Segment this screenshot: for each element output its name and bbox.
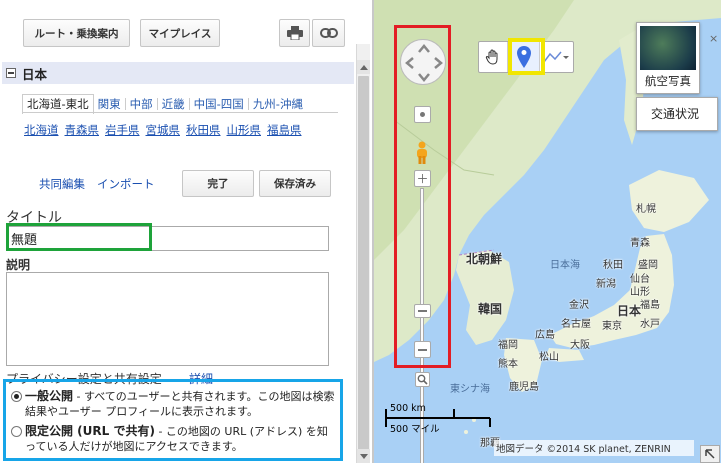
arrow-up-left-icon <box>705 449 715 459</box>
zoom-slider-handle[interactable] <box>414 304 431 318</box>
zoom-slider[interactable] <box>417 138 427 463</box>
collapse-icon[interactable] <box>6 68 16 78</box>
scroll-thumb[interactable] <box>358 76 369 461</box>
prefecture-link-iwate[interactable]: 岩手県 <box>105 122 140 138</box>
region-tab-chugoku-shikoku[interactable]: 中国-四国 <box>190 96 248 112</box>
route-transit-button[interactable]: ルート・乗換案内 <box>23 19 130 47</box>
hand-tool-button[interactable] <box>479 42 509 72</box>
zoom-out-button[interactable] <box>414 341 431 358</box>
region-title: 日本 <box>22 66 48 82</box>
title-input[interactable] <box>6 226 329 251</box>
public-option-title: 一般公開 <box>25 389 74 403</box>
satellite-label: 航空写真 <box>645 74 691 88</box>
privacy-option-unlisted[interactable]: 限定公開 (URL で共有) - この地図の URL (アドレス) を知っている… <box>11 424 336 454</box>
public-radio[interactable] <box>11 391 22 402</box>
description-textarea[interactable] <box>6 272 329 366</box>
scale-km: 500 km <box>390 403 426 414</box>
privacy-heading: プライバシー設定と共有設定 <box>6 372 162 386</box>
map-label-hiroshima: 広島 <box>535 330 555 341</box>
map-label-niigata: 新潟 <box>596 279 616 290</box>
import-link[interactable]: インポート <box>97 176 155 192</box>
map-label-osaka: 大阪 <box>570 340 590 351</box>
panel-divider[interactable] <box>372 0 374 463</box>
pan-arrows-icon <box>405 44 443 82</box>
map-label-fukuoka: 福岡 <box>498 340 518 351</box>
traffic-label: 交通状況 <box>651 107 700 121</box>
region-header[interactable]: 日本 <box>2 62 354 84</box>
privacy-details-link[interactable]: 詳細 <box>189 370 213 387</box>
print-icon <box>286 26 303 40</box>
map-label-matsuyama: 松山 <box>539 352 559 363</box>
done-button[interactable]: 完了 <box>182 170 254 197</box>
unlisted-radio[interactable] <box>11 426 22 437</box>
region-tab-chubu[interactable]: 中部 <box>126 96 157 112</box>
scale-mile: 500 マイル <box>390 424 440 435</box>
prefecture-links: 北海道 青森県 岩手県 宮城県 秋田県 山形県 福島県 <box>24 122 308 138</box>
prefecture-link-hokkaido[interactable]: 北海道 <box>24 122 59 138</box>
privacy-option-public[interactable]: 一般公開 - すべてのユーザーと共有されます。この地図は検索結果やユーザー プロ… <box>11 389 336 419</box>
map-label-kagoshima: 鹿児島 <box>509 382 539 393</box>
saved-button[interactable]: 保存済み <box>259 170 331 197</box>
map-label-akita: 秋田 <box>603 260 623 271</box>
link-icon <box>319 28 338 38</box>
scroll-up-arrow[interactable] <box>357 60 370 74</box>
map-label-east-china-sea: 東シナ海 <box>450 384 490 395</box>
prefecture-link-miyagi[interactable]: 宮城県 <box>146 122 181 138</box>
map-label-morioka: 盛岡 <box>638 260 658 271</box>
prefecture-link-fukushima[interactable]: 福島県 <box>267 122 302 138</box>
map-copyright: 地図データ ©2014 SK planet, ZENRIN <box>494 440 694 456</box>
prefecture-link-akita[interactable]: 秋田県 <box>186 122 221 138</box>
unlisted-option-title: 限定公開 (URL で共有) <box>25 424 155 438</box>
region-tab-hokkaido-tohoku[interactable]: 北海道-東北 <box>22 94 94 114</box>
minus-icon <box>418 310 427 312</box>
hand-icon <box>486 49 498 65</box>
map-label-kumamoto: 熊本 <box>498 359 518 370</box>
collaborate-link[interactable]: 共同編集 <box>39 176 85 192</box>
dot-icon <box>420 112 425 117</box>
expand-corner-button[interactable] <box>700 445 720 463</box>
map-scale: 500 km 500 マイル <box>384 403 494 438</box>
map-label-nagoya: 名古屋 <box>561 319 591 330</box>
magnifier-icon <box>417 374 428 385</box>
divider <box>22 112 338 113</box>
minus-icon <box>418 348 427 351</box>
traffic-layer-button[interactable]: 交通状況 <box>636 97 718 131</box>
satellite-view-button[interactable]: 航空写真 <box>636 22 700 94</box>
map-label-tokyo: 東京 <box>602 321 622 332</box>
region-tab-kyushu-okinawa[interactable]: 九州-沖縄 <box>249 96 307 112</box>
placemark-icon <box>516 46 531 68</box>
line-tool-icon <box>543 51 570 63</box>
map-label-kanazawa: 金沢 <box>569 300 589 311</box>
prefecture-link-yamagata[interactable]: 山形県 <box>227 122 262 138</box>
map-label-sapporo: 札幌 <box>636 204 656 215</box>
title-label: タイトル <box>6 210 62 226</box>
line-tool-button[interactable] <box>540 42 573 72</box>
region-tab-kanto[interactable]: 関東 <box>94 96 125 112</box>
prefecture-link-aomori[interactable]: 青森県 <box>65 122 100 138</box>
drawing-toolbar <box>478 41 574 73</box>
map-canvas[interactable]: 北朝鮮 韓国 日本 日本海 東シナ海 札幌 青森 秋田 盛岡 仙台 山形 新潟 … <box>374 0 721 463</box>
map-label-north-korea: 北朝鮮 <box>466 252 503 266</box>
map-label-sea-of-japan: 日本海 <box>550 260 580 271</box>
region-tabs: 北海道-東北 関東 中部 近畿 中国-四国 九州-沖縄 <box>22 94 307 114</box>
my-places-button[interactable]: マイプレイス <box>140 19 220 47</box>
link-button[interactable] <box>312 19 345 47</box>
pan-control[interactable] <box>400 39 446 85</box>
zoom-area-button[interactable] <box>415 372 430 387</box>
left-panel: ルート・乗換案内 マイプレイス 日本 北海道-東北 関東 中部 近畿 中国-四国… <box>0 0 372 463</box>
reset-view-button[interactable] <box>414 106 431 123</box>
map-label-fukushima: 福島 <box>640 300 660 311</box>
map-label-aomori: 青森 <box>630 238 650 249</box>
left-panel-scrollbar[interactable] <box>356 44 370 463</box>
close-icon[interactable]: × <box>709 32 718 45</box>
description-label: 説明 <box>6 258 31 272</box>
scroll-down-arrow[interactable] <box>357 449 370 463</box>
satellite-thumbnail <box>640 26 696 70</box>
region-tab-kinki[interactable]: 近畿 <box>158 96 189 112</box>
print-button[interactable] <box>279 19 310 47</box>
map-label-mito: 水戸 <box>640 319 660 330</box>
map-label-south-korea: 韓国 <box>478 302 503 316</box>
marker-tool-button[interactable] <box>508 42 540 72</box>
